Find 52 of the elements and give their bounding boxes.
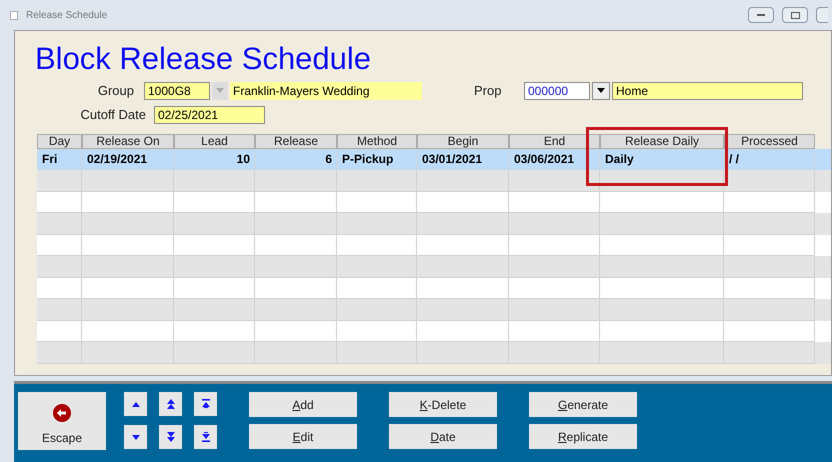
action-button[interactable]: Replicate bbox=[529, 424, 637, 449]
column-header[interactable]: Release bbox=[255, 134, 337, 149]
table-cell: Fri bbox=[37, 149, 82, 170]
dropdown-button[interactable] bbox=[592, 82, 610, 100]
column-header[interactable]: Begin bbox=[417, 134, 509, 149]
action-button[interactable]: K-Delete bbox=[389, 392, 497, 417]
app-icon bbox=[10, 10, 18, 20]
nav-button[interactable] bbox=[159, 392, 182, 416]
column-header[interactable]: Release Daily bbox=[600, 134, 724, 149]
table-cell: P-Pickup bbox=[337, 149, 417, 170]
group-code-field[interactable]: 1000G8 bbox=[144, 82, 210, 100]
caret-icon bbox=[597, 88, 605, 93]
form-heading: Block Release Schedule bbox=[35, 41, 372, 77]
table-cell: 02/19/2021 bbox=[82, 149, 174, 170]
action-button[interactable]: Add bbox=[249, 392, 357, 417]
bottom-arrow-icon bbox=[200, 431, 212, 443]
table-cell: / / bbox=[724, 149, 815, 170]
table-cell: Daily bbox=[600, 149, 724, 170]
table-cell: 03/06/2021 bbox=[509, 149, 600, 170]
prop-label: Prop bbox=[474, 82, 502, 100]
group-label: Group bbox=[96, 82, 135, 100]
cutoff-date-label: Cutoff Date bbox=[79, 106, 147, 124]
column-header[interactable]: Day bbox=[37, 134, 82, 149]
page-up-arrow-icon bbox=[164, 398, 176, 410]
nav-button[interactable] bbox=[124, 392, 147, 416]
nav-button[interactable] bbox=[194, 392, 217, 416]
prop-name-field: Home bbox=[612, 82, 803, 100]
table-row[interactable]: Fri 02/19/2021 10 6 P-Pickup 03/01/2021 03/06/2021 Daily / / bbox=[37, 149, 831, 170]
maximize-button[interactable] bbox=[782, 7, 808, 23]
nav-button[interactable] bbox=[194, 425, 217, 449]
escape-button[interactable]: Escape bbox=[18, 392, 106, 450]
column-header[interactable]: Lead bbox=[174, 134, 255, 149]
table-cell: 10 bbox=[174, 149, 255, 170]
caret-icon bbox=[216, 88, 224, 93]
page-down-arrow-icon bbox=[164, 431, 176, 443]
action-button[interactable]: Edit bbox=[249, 424, 357, 449]
cutoff-date-field[interactable]: 02/25/2021 bbox=[154, 106, 265, 124]
column-header[interactable]: Release On bbox=[82, 134, 174, 149]
top-arrow-icon bbox=[200, 398, 212, 410]
prop-code-field[interactable]: 000000 bbox=[524, 82, 590, 100]
column-header[interactable]: Processed bbox=[724, 134, 815, 149]
nav-button[interactable] bbox=[124, 425, 147, 449]
group-name-field: Franklin-Mayers Wedding bbox=[230, 82, 422, 100]
window-title: Release Schedule bbox=[26, 8, 108, 22]
table-cell: 6 bbox=[255, 149, 337, 170]
column-header[interactable]: End bbox=[509, 134, 600, 149]
action-button[interactable]: Date bbox=[389, 424, 497, 449]
action-button[interactable]: Generate bbox=[529, 392, 637, 417]
nav-button[interactable] bbox=[159, 425, 182, 449]
minimize-button[interactable] bbox=[748, 7, 774, 23]
column-header[interactable]: Method bbox=[337, 134, 417, 149]
table-cell: 03/01/2021 bbox=[417, 149, 509, 170]
